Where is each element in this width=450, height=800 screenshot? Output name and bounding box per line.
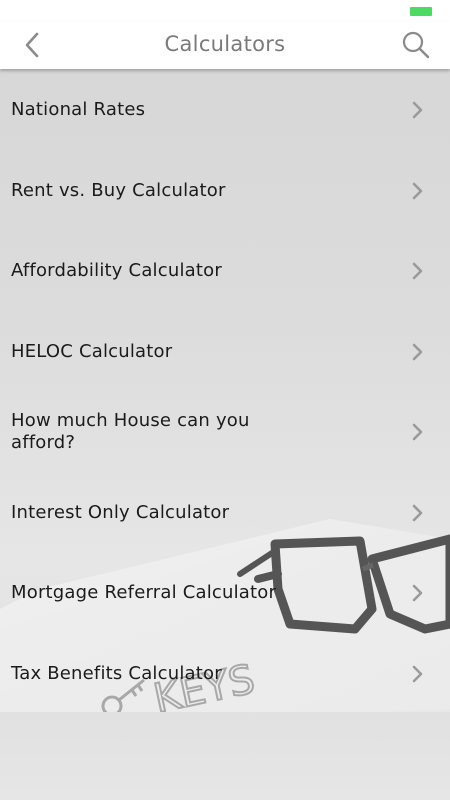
list-item-label: HELOC Calculator [11,340,173,362]
chevron-right-icon [412,665,423,683]
list-item-label: Interest Only Calculator [11,501,230,523]
chevron-right-icon [412,343,423,361]
search-button[interactable] [400,29,432,61]
battery-icon [410,7,432,16]
list-item[interactable]: Mortgage Referral Calculator [0,553,450,634]
list-item[interactable]: Rent vs. Buy Calculator [0,151,450,232]
list-item[interactable]: HELOC Calculator [0,312,450,393]
list-item[interactable]: Interest Only Calculator [0,473,450,554]
calculators-list: National Rates Rent vs. Buy Calculator Aff… [0,70,450,714]
search-icon [402,31,430,59]
chevron-right-icon [412,182,423,200]
list-item-label: Mortgage Referral Calculator [11,582,277,604]
list-item[interactable]: Tax Benefits Calculator [0,634,450,715]
list-item-label: Rent vs. Buy Calculator [11,179,226,201]
list-item-label: Tax Benefits Calculator [11,662,222,684]
status-bar [0,0,450,22]
list-item[interactable]: National Rates [0,70,450,151]
list-item-label: Affordability Calculator [11,260,222,282]
list-item-label: National Rates [11,99,146,121]
chevron-right-icon [412,101,423,119]
list-item[interactable]: How much House can you afford? [0,392,450,473]
app-header: Calculators [0,22,450,69]
page-title: Calculators [164,32,286,56]
chevron-right-icon [412,262,423,280]
bottom-background [0,712,450,800]
list-item-label: How much House can you afford? [11,410,250,454]
chevron-right-icon [412,584,423,602]
chevron-right-icon [412,423,423,441]
chevron-right-icon [412,504,423,522]
list-item[interactable]: Affordability Calculator [0,231,450,312]
